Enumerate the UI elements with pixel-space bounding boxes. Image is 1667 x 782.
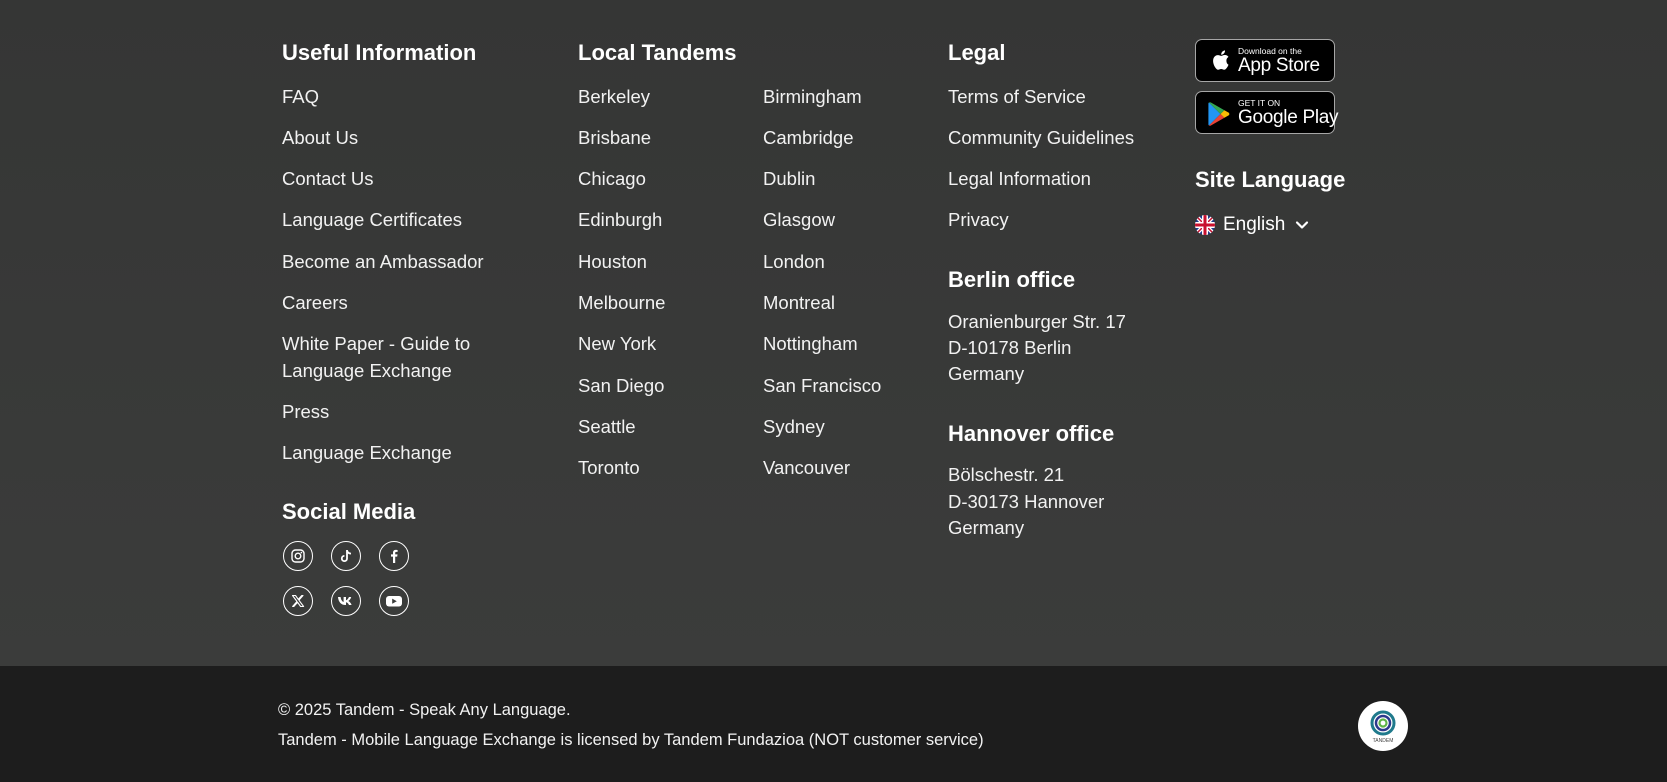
berlin-address-street: Oranienburger Str. 17 — [948, 311, 1126, 332]
youtube-icon[interactable] — [379, 586, 409, 616]
contact-us-link[interactable]: Contact Us — [282, 165, 374, 192]
city-link-glasgow[interactable]: Glasgow — [763, 206, 835, 233]
copyright-text: © 2025 Tandem - Speak Any Language. — [278, 701, 571, 719]
city-link-nottingham[interactable]: Nottingham — [763, 330, 858, 357]
city-link-london[interactable]: London — [763, 248, 825, 275]
language-selector[interactable]: English — [1195, 212, 1309, 238]
google-play-big-text: Google Play — [1238, 107, 1339, 128]
language-exchange-link[interactable]: Language Exchange — [282, 439, 452, 466]
license-text: Tandem - Mobile Language Exchange is lic… — [278, 731, 984, 749]
city-link-new-york[interactable]: New York — [578, 330, 656, 357]
city-link-edinburgh[interactable]: Edinburgh — [578, 206, 662, 233]
tandem-logo[interactable]: TANDEM — [1358, 701, 1408, 751]
about-us-link[interactable]: About Us — [282, 124, 358, 151]
become-ambassador-link[interactable]: Become an Ambassador — [282, 248, 484, 275]
hannover-address-city: D-30173 Hannover — [948, 491, 1105, 512]
city-link-dublin[interactable]: Dublin — [763, 165, 815, 192]
white-paper-link-line2[interactable]: Language Exchange — [282, 357, 452, 384]
city-link-chicago[interactable]: Chicago — [578, 165, 646, 192]
uk-flag-icon — [1195, 215, 1215, 235]
footer-bottom-bar — [0, 666, 1667, 782]
city-link-vancouver[interactable]: Vancouver — [763, 454, 850, 481]
faq-link[interactable]: FAQ — [282, 83, 319, 110]
hannover-address-country: Germany — [948, 517, 1025, 538]
instagram-icon[interactable] — [283, 541, 313, 571]
google-play-button[interactable]: GET IT ON Google Play — [1195, 91, 1339, 134]
social-media-heading: Social Media — [282, 499, 416, 524]
city-link-berkeley[interactable]: Berkeley — [578, 83, 650, 110]
chevron-down-icon — [1296, 221, 1309, 229]
city-link-brisbane[interactable]: Brisbane — [578, 124, 651, 151]
tiktok-icon[interactable] — [331, 541, 361, 571]
city-link-houston[interactable]: Houston — [578, 248, 647, 275]
facebook-icon[interactable] — [379, 541, 409, 571]
white-paper-link-line1[interactable]: White Paper - Guide to — [282, 330, 470, 357]
city-link-melbourne[interactable]: Melbourne — [578, 289, 665, 316]
berlin-address-city: D-10178 Berlin — [948, 337, 1072, 358]
press-link[interactable]: Press — [282, 398, 329, 425]
berlin-address-country: Germany — [948, 363, 1025, 384]
city-link-montreal[interactable]: Montreal — [763, 289, 835, 316]
city-link-seattle[interactable]: Seattle — [578, 413, 636, 440]
careers-link[interactable]: Careers — [282, 289, 348, 316]
privacy-link[interactable]: Privacy — [948, 206, 1009, 233]
community-guidelines-link[interactable]: Community Guidelines — [948, 124, 1134, 151]
tandem-logo-text: TANDEM — [1372, 738, 1394, 744]
hannover-address-street: Bölschestr. 21 — [948, 464, 1065, 485]
site-language-heading: Site Language — [1195, 167, 1346, 192]
legal-heading: Legal — [948, 40, 1006, 65]
tandem-swirl-icon — [1370, 710, 1396, 736]
hannover-office-heading: Hannover office — [948, 421, 1115, 446]
city-link-sydney[interactable]: Sydney — [763, 413, 825, 440]
city-link-cambridge[interactable]: Cambridge — [763, 124, 854, 151]
language-selected-label: English — [1223, 214, 1286, 235]
city-link-san-diego[interactable]: San Diego — [578, 372, 664, 399]
footer-main: Useful Information FAQ About Us Contact … — [0, 0, 1667, 666]
apple-icon — [1213, 50, 1229, 70]
useful-information-heading: Useful Information — [282, 40, 477, 65]
vk-icon[interactable] — [331, 586, 361, 616]
google-play-icon — [1208, 102, 1230, 126]
city-link-san-francisco[interactable]: San Francisco — [763, 372, 881, 399]
city-link-birmingham[interactable]: Birmingham — [763, 83, 862, 110]
app-store-button[interactable]: Download on the App Store — [1195, 39, 1335, 82]
x-icon[interactable] — [283, 586, 313, 616]
city-link-toronto[interactable]: Toronto — [578, 454, 640, 481]
app-store-big-text: App Store — [1238, 55, 1320, 76]
language-certificates-link[interactable]: Language Certificates — [282, 206, 462, 233]
berlin-office-heading: Berlin office — [948, 267, 1076, 292]
terms-of-service-link[interactable]: Terms of Service — [948, 83, 1086, 110]
local-tandems-heading: Local Tandems — [578, 40, 737, 65]
legal-information-link[interactable]: Legal Information — [948, 165, 1091, 192]
